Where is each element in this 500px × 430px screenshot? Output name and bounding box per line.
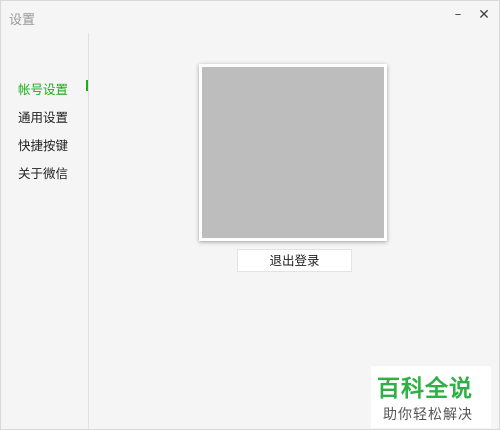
sidebar-item-general-settings[interactable]: 通用设置 xyxy=(18,107,68,126)
sidebar-item-about-wechat[interactable]: 关于微信 xyxy=(18,163,68,182)
sidebar-item-account-settings[interactable]: 帐号设置 xyxy=(18,79,68,98)
watermark-title: 百科全说 xyxy=(377,376,473,402)
logout-button[interactable]: 退出登录 xyxy=(237,249,352,272)
avatar xyxy=(199,64,387,241)
title-bar[interactable]: 设置 – ✕ xyxy=(1,1,499,33)
sidebar-item-shortcuts[interactable]: 快捷按键 xyxy=(18,135,68,154)
close-button[interactable]: ✕ xyxy=(473,5,495,25)
sidebar: 帐号设置 通用设置 快捷按键 关于微信 xyxy=(1,33,89,429)
settings-window: 设置 – ✕ 帐号设置 通用设置 快捷按键 关于微信 退出登录 百科全说 助你轻… xyxy=(0,0,500,430)
watermark-subtitle: 助你轻松解决 xyxy=(383,407,473,423)
watermark-logo: 百科全说 助你轻松解决 xyxy=(371,366,491,428)
minimize-button[interactable]: – xyxy=(447,5,469,25)
window-title: 设置 xyxy=(9,13,36,28)
active-indicator xyxy=(86,80,88,91)
